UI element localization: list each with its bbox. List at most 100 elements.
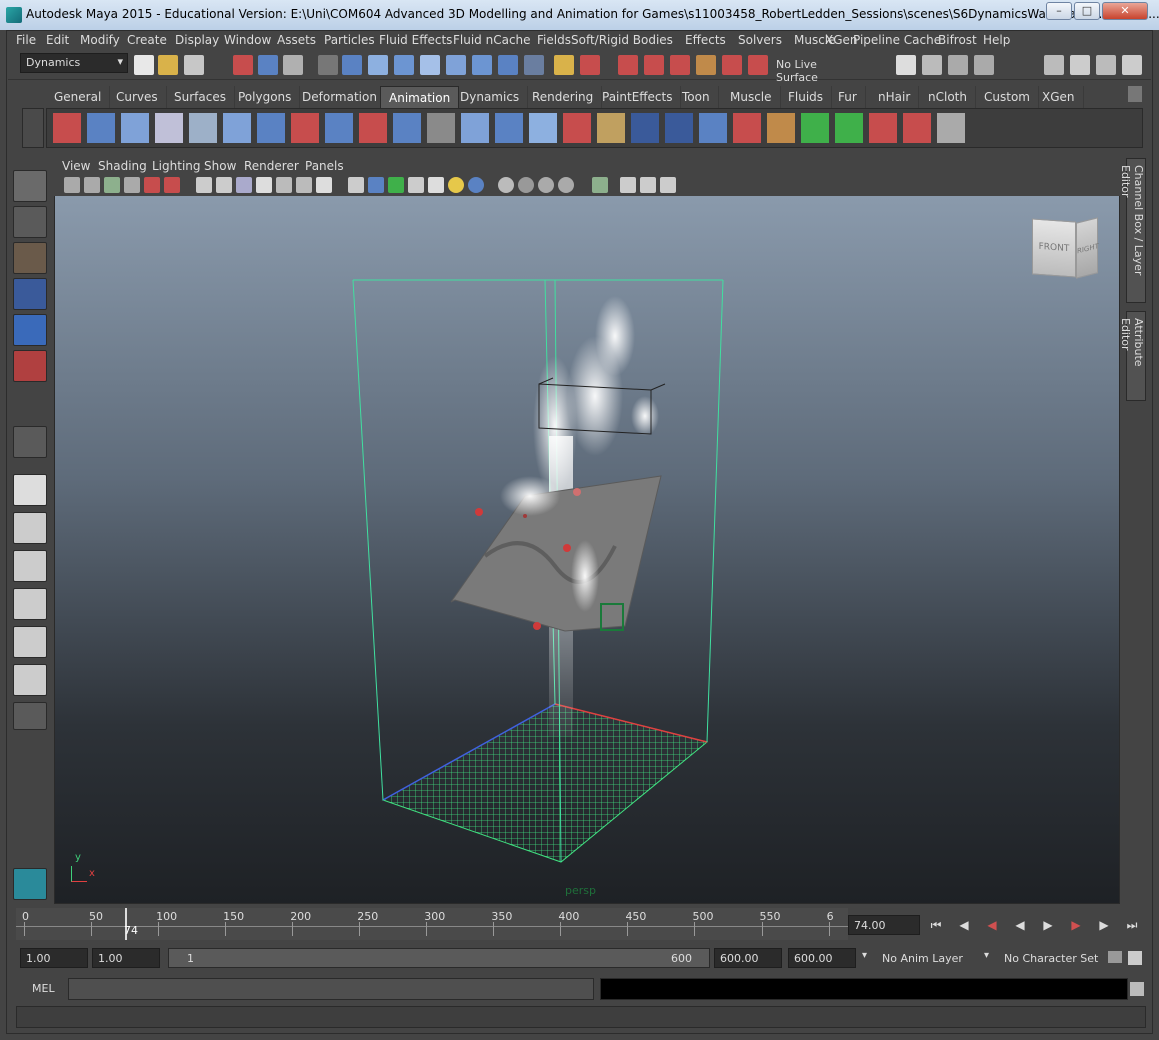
- film-gate-icon[interactable]: [216, 177, 232, 193]
- particle-handle[interactable]: [573, 488, 581, 496]
- snap-view-plane-icon[interactable]: [420, 55, 440, 75]
- image-plane-icon[interactable]: [124, 177, 140, 193]
- preferences-icon[interactable]: [1128, 951, 1142, 965]
- particle-handle[interactable]: [533, 622, 541, 630]
- shelf-tab-fluids[interactable]: Fluids: [780, 86, 833, 108]
- skeleton-icon[interactable]: [155, 113, 183, 143]
- panel-menu-shading[interactable]: Shading: [98, 159, 147, 173]
- particle-handle[interactable]: [475, 508, 483, 516]
- field-chart-icon[interactable]: [276, 177, 292, 193]
- ipr-render-icon[interactable]: [948, 55, 968, 75]
- play-backwards-icon[interactable]: ◀: [1010, 918, 1030, 936]
- menu-edit[interactable]: Edit: [46, 33, 69, 47]
- menu-help[interactable]: Help: [983, 33, 1010, 47]
- paint-weights-icon[interactable]: [427, 113, 455, 143]
- ik-spline-handle-icon[interactable]: [121, 113, 149, 143]
- select-hierarchy-icon[interactable]: [233, 55, 253, 75]
- set-driven-key-icon[interactable]: [937, 113, 965, 143]
- render-settings-icon[interactable]: [974, 55, 994, 75]
- filter-icon[interactable]: [318, 55, 338, 75]
- panel-menu-panels[interactable]: Panels: [305, 159, 344, 173]
- shelf-tab-muscle[interactable]: Muscle: [722, 86, 781, 108]
- snap-point-icon[interactable]: [394, 55, 414, 75]
- magnet-surface-icon[interactable]: [722, 55, 742, 75]
- snap-grid-icon[interactable]: [342, 55, 362, 75]
- attribute-editor-icon[interactable]: [1096, 55, 1116, 75]
- connect-joint-icon[interactable]: [393, 113, 421, 143]
- gate-mask-icon[interactable]: [256, 177, 272, 193]
- shelf-tab-fur[interactable]: Fur: [830, 86, 866, 108]
- panel-menu-show[interactable]: Show: [204, 159, 236, 173]
- blend-shape-icon[interactable]: [699, 113, 727, 143]
- humanik-icon[interactable]: [597, 113, 625, 143]
- menu-effects[interactable]: Effects: [685, 33, 726, 47]
- open-scene-icon[interactable]: [158, 55, 178, 75]
- xray-joints-icon[interactable]: [620, 177, 636, 193]
- shelf-tab-nhair[interactable]: nHair: [870, 86, 920, 108]
- new-scene-icon[interactable]: [134, 55, 154, 75]
- render-current-icon[interactable]: [922, 55, 942, 75]
- step-forward-key-icon[interactable]: ▶: [1066, 918, 1086, 936]
- menuset-dropdown[interactable]: Dynamics ▾: [20, 53, 128, 73]
- wrap-deformer-icon[interactable]: [733, 113, 761, 143]
- chevron-down-icon[interactable]: ▾: [984, 950, 989, 961]
- menu-modify[interactable]: Modify: [80, 33, 120, 47]
- shelf-tab-xgen[interactable]: XGen: [1034, 86, 1084, 108]
- menu-display[interactable]: Display: [175, 33, 219, 47]
- paint-select-tool-icon[interactable]: [13, 242, 47, 274]
- grease-pencil-icon[interactable]: [164, 177, 180, 193]
- live-surface-field[interactable]: No Live Surface: [770, 55, 868, 84]
- locator-icon[interactable]: [869, 113, 897, 143]
- outliner-layout-icon[interactable]: [13, 550, 47, 582]
- safe-action-icon[interactable]: [296, 177, 312, 193]
- ik-handle-icon[interactable]: [53, 113, 81, 143]
- rotate-tool-icon[interactable]: [13, 314, 47, 346]
- camera-attributes-icon[interactable]: [84, 177, 100, 193]
- wireframe-on-shaded-icon[interactable]: [388, 177, 404, 193]
- scale-tool-icon[interactable]: [13, 350, 47, 382]
- range-slider[interactable]: 1 600: [168, 948, 710, 968]
- camera-select-icon[interactable]: [64, 177, 80, 193]
- rebind-icon[interactable]: [461, 113, 489, 143]
- paint-skin-icon[interactable]: [767, 113, 795, 143]
- mel-label[interactable]: MEL: [32, 982, 55, 995]
- panel-menu-lighting[interactable]: Lighting: [152, 159, 201, 173]
- four-view-layout-icon[interactable]: [13, 512, 47, 544]
- chevron-down-icon[interactable]: ▾: [862, 950, 867, 961]
- shelf-tab-general[interactable]: General: [46, 86, 111, 108]
- hypershade-layout-icon[interactable]: [13, 626, 47, 658]
- menu-fluid-ncache[interactable]: Fluid nCache: [453, 33, 531, 47]
- menu-window[interactable]: Window: [224, 33, 271, 47]
- character-face-icon[interactable]: [665, 113, 693, 143]
- shelf-tab-rendering[interactable]: Rendering: [524, 86, 603, 108]
- select-tool-icon[interactable]: [13, 170, 47, 202]
- grid-toggle-icon[interactable]: [196, 177, 212, 193]
- joint-icon[interactable]: [223, 113, 251, 143]
- save-scene-icon[interactable]: [184, 55, 204, 75]
- select-highlight-icon[interactable]: [580, 55, 600, 75]
- textured-icon[interactable]: [428, 177, 444, 193]
- shelf-tab-dynamics[interactable]: Dynamics: [452, 86, 529, 108]
- screen-space-ao-icon[interactable]: [498, 177, 514, 193]
- single-perspective-layout-icon[interactable]: [13, 474, 47, 506]
- xray-active-icon[interactable]: [640, 177, 656, 193]
- 2d-pan-zoom-icon[interactable]: [144, 177, 160, 193]
- x-ray-icon[interactable]: [408, 177, 424, 193]
- render-icon[interactable]: [498, 55, 518, 75]
- pole-vector-icon[interactable]: [903, 113, 931, 143]
- shelf-tab-curves[interactable]: Curves: [108, 86, 167, 108]
- channel-box-icon[interactable]: [1070, 55, 1090, 75]
- shelf-tab-custom[interactable]: Custom: [976, 86, 1039, 108]
- attribute-editor-tab[interactable]: Attribute Editor: [1119, 311, 1146, 401]
- script-editor-icon[interactable]: [1130, 982, 1144, 996]
- trash-icon[interactable]: [1128, 86, 1142, 102]
- command-input[interactable]: [68, 978, 594, 1000]
- particle-handle[interactable]: [563, 544, 571, 552]
- constraint-icon[interactable]: [495, 113, 523, 143]
- shelf-tab-toon[interactable]: Toon: [674, 86, 719, 108]
- mirror-joint-icon[interactable]: [291, 113, 319, 143]
- shelf-tab-ncloth[interactable]: nCloth: [920, 86, 976, 108]
- anim-end-field[interactable]: 600.00: [788, 948, 856, 968]
- menu-assets[interactable]: Assets: [277, 33, 316, 47]
- soft-mod-icon[interactable]: [835, 113, 863, 143]
